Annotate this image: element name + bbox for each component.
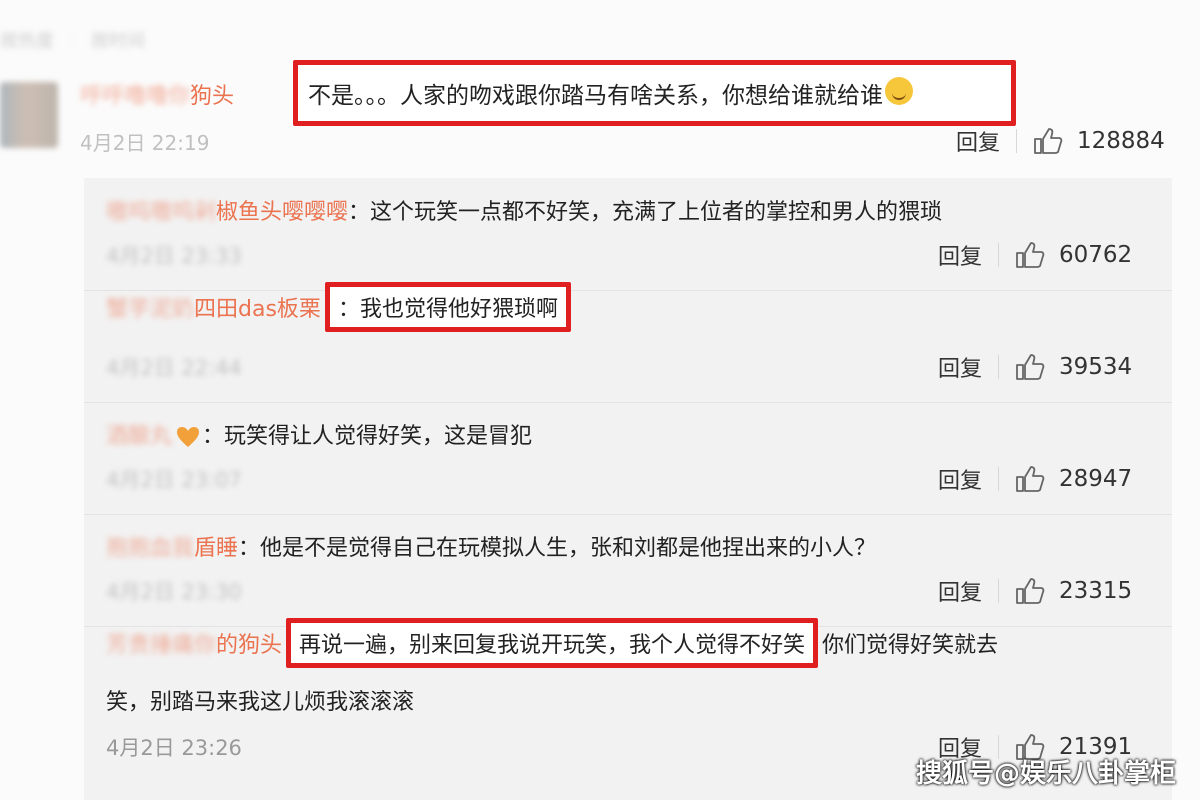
- replies-panel: 嗷呜嗷呜剁椒鱼头嘤嘤嘤：这个玩笑一点都不好笑，充满了上位者的掌控和男人的猥琐 4…: [84, 178, 1172, 800]
- reply-highlight-box: 再说一遍，别来回复我说开玩笑，我个人觉得不好笑: [286, 618, 819, 668]
- reply-item: 酒酿丸 ：玩笑得让人觉得好笑，这是冒犯 4月2日 23:07 回复 28947: [84, 402, 1172, 515]
- reply-highlight-box: ：我也觉得他好猥琐啊: [324, 282, 571, 332]
- reply-item: 嗷呜嗷呜剁椒鱼头嘤嘤嘤：这个玩笑一点都不好笑，充满了上位者的掌控和男人的猥琐 4…: [84, 178, 1172, 291]
- reply-line: 抱抱血我盾睡：他是不是觉得自己在玩模拟人生，张和刘都是他捏出来的小人？: [106, 530, 876, 562]
- tab-divider: [72, 31, 73, 49]
- sort-tabs: 按热度 按时间: [0, 22, 145, 58]
- reply-line: 嗷呜嗷呜剁椒鱼头嘤嘤嘤：这个玩笑一点都不好笑，充满了上位者的掌控和男人的猥琐: [106, 194, 942, 226]
- thumbs-up-icon: [1016, 354, 1045, 380]
- reply-username[interactable]: 嗷呜嗷呜剁椒鱼头嘤嘤嘤: [106, 200, 348, 225]
- reply-button[interactable]: 回复: [938, 239, 982, 271]
- reply-line: 芳贵捶痛你的狗头 再说一遍，别来回复我说开玩笑，我个人觉得不好笑 你们觉得好笑就去: [106, 618, 998, 668]
- reply-line: 蟹芋泥奶四田das板栗 ：我也觉得他好猥琐啊: [106, 282, 575, 332]
- like-button[interactable]: 39534: [1015, 353, 1132, 381]
- reply-line: 酒酿丸 ：玩笑得让人觉得好笑，这是冒犯: [106, 418, 532, 450]
- reply-time: 4月2日 22:44: [106, 356, 242, 380]
- like-button[interactable]: 60762: [1015, 241, 1132, 269]
- reply-username[interactable]: 芳贵捶痛你的狗头: [106, 633, 282, 658]
- reply-actions: 回复 28947: [938, 462, 1132, 496]
- divider: [998, 243, 1000, 267]
- username-tail: 狗头: [190, 84, 235, 109]
- reply-time: 4月2日 23:26: [106, 736, 242, 760]
- main-comment-actions: 回复 128884: [956, 124, 1165, 158]
- main-comment-time: 4月2日 22:19: [80, 131, 210, 155]
- smile-emoji-icon: [885, 77, 913, 105]
- divider: [998, 355, 1000, 379]
- reply-button[interactable]: 回复: [938, 575, 982, 607]
- reply-actions: 回复 60762: [938, 238, 1132, 272]
- like-button[interactable]: 128884: [1033, 127, 1165, 155]
- reply-text: ：我也觉得他好猥琐啊: [337, 297, 558, 322]
- thumbs-up-icon: [1034, 128, 1063, 154]
- divider: [1016, 129, 1018, 153]
- like-count: 23315: [1059, 578, 1133, 604]
- reply-item: 蟹芋泥奶四田das板栗 ：我也觉得他好猥琐啊 4月2日 22:44 回复 3953…: [84, 282, 1172, 403]
- thumbs-up-icon: [1016, 466, 1045, 492]
- reply-text: ：他是不是觉得自己在玩模拟人生，张和刘都是他捏出来的小人？: [238, 536, 877, 561]
- reply-item: 抱抱血我盾睡：他是不是觉得自己在玩模拟人生，张和刘都是他捏出来的小人？ 4月2日…: [84, 514, 1172, 627]
- watermark: 搜狐号@娱乐八卦掌柜: [915, 759, 1176, 789]
- reply-username[interactable]: 酒酿丸: [106, 424, 172, 449]
- reply-time: 4月2日 23:30: [106, 580, 242, 604]
- tab-by-time[interactable]: 按时间: [91, 27, 145, 53]
- tab-by-hot[interactable]: 按热度: [0, 27, 54, 53]
- reply-button[interactable]: 回复: [938, 463, 982, 495]
- avatar[interactable]: [0, 82, 58, 148]
- reply-username[interactable]: 蟹芋泥奶四田das板栗: [106, 297, 321, 322]
- like-count: 128884: [1077, 128, 1165, 154]
- main-comment-highlight-box: 不是。。。人家的吻戏跟你踏马有啥关系，你想给谁就给谁: [293, 60, 1016, 126]
- reply-actions: 回复 39534: [938, 350, 1132, 384]
- thumbs-up-icon: [1016, 242, 1045, 268]
- reply-text: ：这个玩笑一点都不好笑，充满了上位者的掌控和男人的猥琐: [348, 200, 943, 225]
- reply-text: ：玩笑得让人觉得好笑，这是冒犯: [202, 424, 533, 449]
- reply-time: 4月2日 23:33: [106, 244, 242, 268]
- main-comment-username[interactable]: 呼呼噜噜你狗头: [80, 78, 234, 110]
- divider: [998, 579, 1000, 603]
- reply-line-2: 笑，别踏马来我这儿烦我滚滚滚: [106, 690, 415, 715]
- main-comment-text: 不是。。。人家的吻戏跟你踏马有啥关系，你想给谁就给谁: [308, 83, 883, 109]
- heart-emoji-icon: [177, 427, 200, 447]
- reply-button[interactable]: 回复: [938, 351, 982, 383]
- reply-button[interactable]: 回复: [956, 125, 1000, 157]
- reply-username[interactable]: 抱抱血我盾睡: [106, 536, 238, 561]
- like-button[interactable]: 23315: [1015, 577, 1132, 605]
- like-count: 60762: [1059, 242, 1133, 268]
- like-count: 28947: [1059, 466, 1133, 492]
- like-button[interactable]: 28947: [1015, 465, 1132, 493]
- like-count: 39534: [1059, 354, 1133, 380]
- reply-actions: 回复 23315: [938, 574, 1132, 608]
- reply-time: 4月2日 23:07: [106, 468, 242, 492]
- reply-text-rest: 你们觉得好笑就去: [822, 633, 999, 658]
- thumbs-up-icon: [1016, 578, 1045, 604]
- divider: [998, 467, 1000, 491]
- reply-text-highlight: 再说一遍，别来回复我说开玩笑，我个人觉得不好笑: [299, 633, 806, 658]
